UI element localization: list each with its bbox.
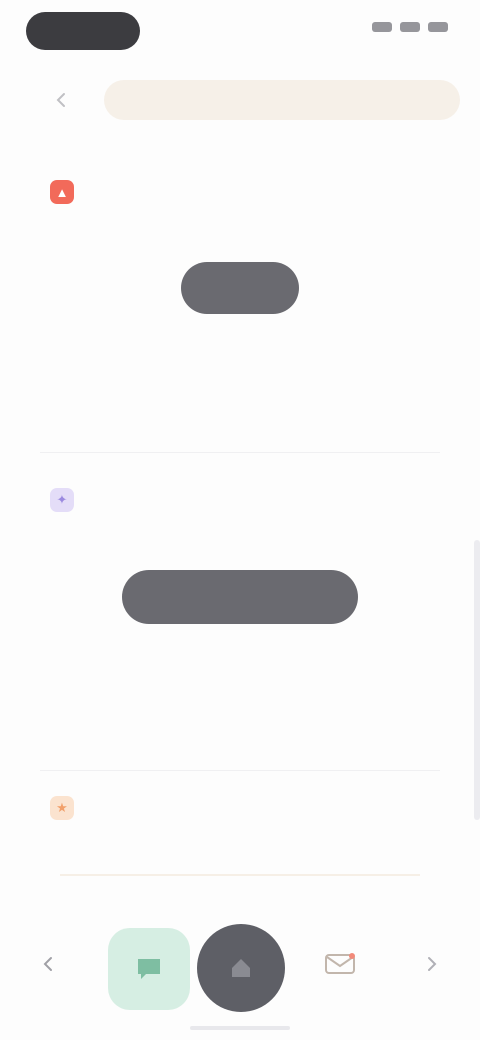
section-action-button[interactable] xyxy=(181,262,299,314)
signal-icon xyxy=(372,22,392,32)
section-featured: ✦ xyxy=(0,484,480,624)
divider xyxy=(40,452,440,453)
section-action-button[interactable] xyxy=(122,570,358,624)
status-icons xyxy=(372,22,448,32)
section-header: ★ xyxy=(50,792,480,824)
battery-icon xyxy=(428,22,448,32)
section-header: ▲ xyxy=(50,176,480,208)
app-screen: ▲ ✦ ★ xyxy=(0,0,480,1040)
bottom-nav xyxy=(0,870,480,1040)
home-icon xyxy=(232,959,250,977)
mail-icon xyxy=(325,953,355,974)
search-row xyxy=(40,74,460,126)
scrollbar[interactable] xyxy=(474,540,480,820)
divider xyxy=(40,770,440,771)
chat-bubble-icon xyxy=(138,959,160,979)
section-recommended: ★ xyxy=(0,792,480,828)
chevron-left-icon xyxy=(43,957,52,971)
nav-divider xyxy=(60,874,420,876)
nav-mail-button[interactable] xyxy=(316,940,364,988)
nav-forward-button[interactable] xyxy=(414,946,450,982)
search-input[interactable] xyxy=(104,80,460,120)
status-time-pill xyxy=(26,12,140,50)
home-indicator xyxy=(190,1026,290,1030)
nav-home-button[interactable] xyxy=(197,924,285,1012)
section-trending: ▲ xyxy=(0,176,480,314)
nav-back-button[interactable] xyxy=(30,946,66,982)
section-header: ✦ xyxy=(50,484,480,516)
status-bar xyxy=(0,0,480,64)
nav-chat-button[interactable] xyxy=(108,928,190,1010)
flame-icon: ▲ xyxy=(50,180,74,204)
chevron-right-icon xyxy=(428,957,437,971)
chevron-left-icon[interactable] xyxy=(40,78,84,122)
star-icon: ★ xyxy=(50,796,74,820)
chevron-left-icon-svg xyxy=(56,93,65,107)
wifi-icon xyxy=(400,22,420,32)
sparkle-icon: ✦ xyxy=(50,488,74,512)
